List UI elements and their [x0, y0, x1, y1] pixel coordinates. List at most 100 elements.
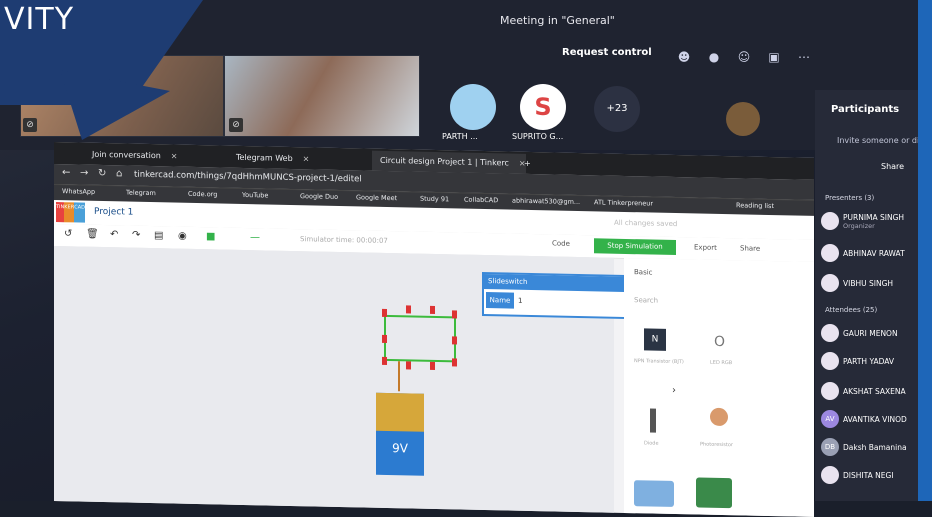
led[interactable]	[430, 305, 435, 314]
npn-transistor-icon[interactable]: N	[644, 328, 666, 351]
presenter-avatar	[450, 84, 496, 130]
code-button[interactable]: Code	[552, 239, 570, 247]
tab-label: Circuit design Project 1 | Tinkerc	[380, 155, 509, 168]
participant-row[interactable]: AV AVANTIKA VINOD	[821, 410, 907, 428]
avatar	[821, 382, 839, 400]
undo-icon[interactable]: ↶	[110, 229, 118, 240]
name-input[interactable]: 1	[518, 293, 618, 311]
battery-wire[interactable]	[398, 361, 400, 392]
tab-label: Telegram Web	[236, 152, 293, 163]
close-icon[interactable]: ×	[303, 154, 310, 163]
components-search[interactable]: Search	[634, 296, 658, 305]
participant-row[interactable]: DISHITA NEGI	[821, 466, 894, 484]
bookmark[interactable]: Google Meet	[356, 193, 397, 202]
close-icon[interactable]: ×	[171, 151, 178, 160]
led[interactable]	[382, 308, 387, 317]
participant-name: AVANTIKA VINOD	[843, 414, 907, 424]
led[interactable]	[406, 361, 411, 370]
more-participants-badge[interactable]: +23	[594, 86, 640, 132]
chat-icon[interactable]: ●	[706, 50, 722, 64]
panel-title: Participants	[831, 104, 900, 115]
bookmark[interactable]: Code.org	[188, 190, 217, 199]
bookmark[interactable]: Study 91	[420, 195, 449, 204]
collapse-panel-icon[interactable]: ›	[672, 385, 676, 396]
mic-off-icon: ⊘	[23, 118, 37, 132]
delete-icon[interactable]: 🗑	[86, 229, 99, 240]
attendees-header[interactable]: Attendees (25)	[825, 306, 877, 314]
bookmark[interactable]: YouTube	[242, 191, 268, 200]
presenter-avatar: S	[520, 84, 566, 130]
people-icon[interactable]: ☻	[676, 50, 692, 64]
invite-input[interactable]: Invite someone or dia	[837, 136, 924, 145]
bookmark[interactable]: abhirawat530@gm...	[512, 197, 580, 206]
components-select[interactable]: Basic	[634, 268, 653, 276]
led[interactable]	[406, 305, 411, 314]
ultrasonic-sensor-icon[interactable]	[634, 480, 674, 507]
led-rgb-icon[interactable]: О	[714, 334, 725, 350]
led[interactable]	[382, 356, 387, 365]
tab-label: Join conversation	[92, 149, 161, 161]
participant-row[interactable]: DB Daksh Bamanina	[821, 438, 907, 456]
bookmark[interactable]: ATL Tinkerpreneur	[594, 198, 653, 207]
rooms-icon[interactable]: ▣	[766, 50, 782, 64]
participant-row[interactable]: ABHINAV RAWAT	[821, 244, 905, 262]
avatar	[821, 324, 839, 342]
url-field[interactable]: tinkercad.com/things/7qdHhmMUNCS-project…	[134, 170, 362, 185]
participant-video-2: ⊘	[224, 55, 420, 137]
participant-role: Organizer	[843, 221, 875, 230]
bookmark[interactable]: WhatsApp	[62, 187, 95, 196]
project-title[interactable]: Project 1	[94, 207, 133, 218]
reactions-icon[interactable]: ☺	[736, 50, 752, 64]
new-tab-button[interactable]: +	[516, 154, 544, 175]
participant-name: GAURI MENON	[843, 328, 898, 338]
participant-row[interactable]: PURNIMA SINGH Organizer	[821, 212, 904, 230]
participant-row[interactable]: GAURI MENON	[821, 324, 898, 342]
back-icon[interactable]: ←	[62, 167, 70, 178]
meeting-title: Meeting in "General"	[500, 14, 615, 27]
participant-row[interactable]: VIBHU SINGH	[821, 274, 893, 292]
led[interactable]	[430, 361, 435, 370]
presenter-name: PARTH ...	[442, 132, 478, 141]
led[interactable]	[382, 334, 387, 343]
redo-icon[interactable]: ↷	[132, 230, 140, 241]
request-control-button[interactable]: Request control	[562, 47, 652, 58]
led[interactable]	[452, 358, 457, 367]
led[interactable]	[452, 310, 457, 319]
component-label: Diode	[644, 440, 659, 447]
battery-9v[interactable]: 9V	[376, 392, 424, 476]
inspector-title: Slideswitch	[484, 274, 624, 292]
led[interactable]	[452, 336, 457, 345]
diode-icon[interactable]	[650, 408, 656, 433]
tinkercad-logo[interactable]: TIN KER CAD	[56, 202, 85, 223]
more-options-icon[interactable]: ⋯	[796, 50, 812, 64]
photoresistor-icon[interactable]	[710, 407, 728, 427]
share-button[interactable]: Share	[740, 244, 760, 252]
forward-icon[interactable]: →	[80, 168, 88, 179]
home-icon[interactable]: ⌂	[116, 168, 122, 179]
bookmark[interactable]: Reading list	[736, 201, 774, 210]
bookmark[interactable]: Google Duo	[300, 192, 338, 201]
pir-sensor-icon[interactable]	[696, 477, 732, 509]
stop-simulation-button[interactable]: Stop Simulation	[594, 238, 676, 256]
participant-name: DISHITA NEGI	[843, 470, 894, 480]
meeting-toolbar: ☻ ● ☺ ▣ ⋯	[676, 50, 812, 64]
logo-letters: KER	[64, 202, 75, 223]
notes-icon[interactable]: ▤	[154, 230, 163, 241]
participant-row[interactable]: PARTH YADAV	[821, 352, 894, 370]
browser-window: Join conversation × Telegram Web × Circuit…	[54, 142, 814, 517]
battery-label: 9V	[392, 441, 408, 456]
bookmark[interactable]: Telegram	[126, 189, 156, 198]
color-picker-icon[interactable]: ■	[206, 231, 215, 242]
participant-row[interactable]: AKSHAT SAXENA	[821, 382, 906, 400]
presenters-header[interactable]: Presenters (3)	[825, 194, 874, 202]
bookmark[interactable]: CollabCAD	[464, 196, 498, 205]
share-invite-button[interactable]: Share	[881, 162, 904, 171]
rotate-icon[interactable]: ↺	[64, 228, 72, 239]
component-label: NPN Transistor (BJT)	[634, 358, 684, 366]
eye-icon[interactable]: ◉	[178, 231, 187, 242]
wire-type-icon[interactable]: —	[250, 232, 260, 243]
reload-icon[interactable]: ↻	[98, 168, 106, 179]
avatar	[821, 352, 839, 370]
avatar	[821, 212, 839, 230]
export-button[interactable]: Export	[694, 243, 717, 251]
